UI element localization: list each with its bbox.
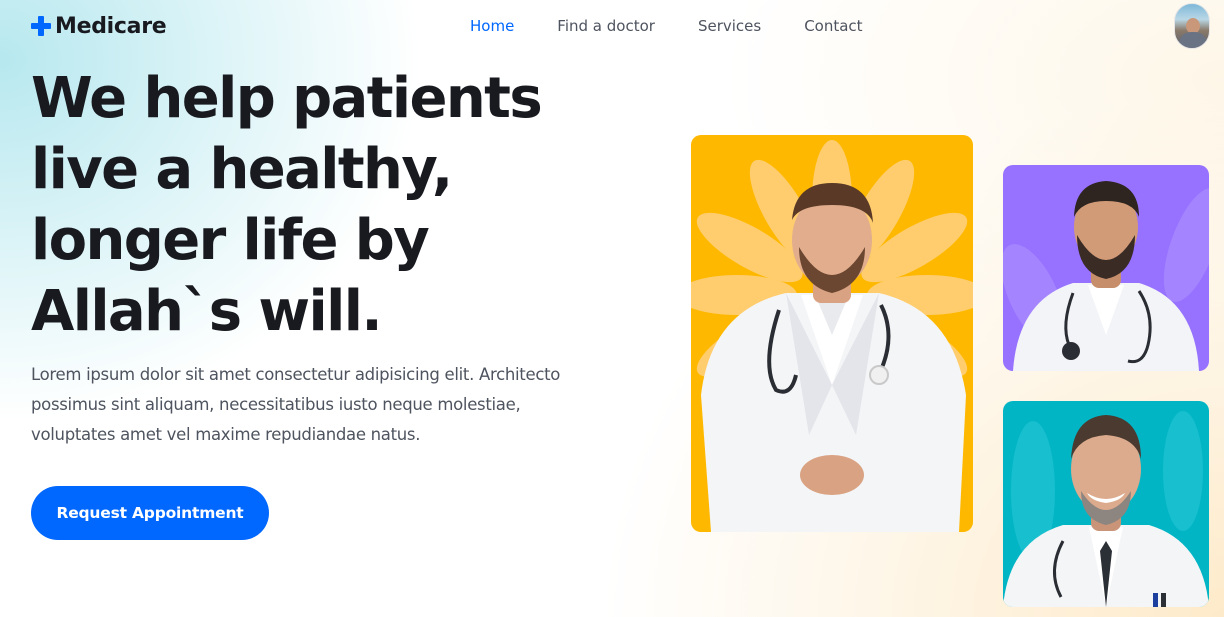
doctor-card-3	[1003, 401, 1209, 607]
nav-item-find-a-doctor[interactable]: Find a doctor	[557, 15, 655, 37]
hero-description-line: Lorem ipsum dolor sit amet consectetur a…	[31, 365, 561, 384]
hero-title-line: longer life by	[31, 208, 430, 273]
avatar-body	[1179, 32, 1207, 48]
nav-item-contact[interactable]: Contact	[804, 15, 862, 37]
brand-name: Medicare	[55, 13, 167, 39]
nav-item-services[interactable]: Services	[698, 15, 761, 37]
hero-title-line: live a healthy,	[31, 137, 453, 202]
doctor-photo-3	[1003, 401, 1209, 607]
doctor-photo-2	[1003, 165, 1209, 371]
hero-description-line: voluptates amet vel maxime repudiandae n…	[31, 425, 421, 444]
plus-icon	[31, 16, 51, 36]
doctor-photo-1	[691, 135, 973, 532]
request-appointment-button[interactable]: Request Appointment	[31, 486, 269, 540]
hero-title-line: We help patients	[31, 66, 543, 131]
brand-logo[interactable]: Medicare	[31, 12, 167, 40]
main-nav: Home Find a doctor Services Contact	[470, 15, 906, 37]
user-avatar[interactable]	[1174, 3, 1210, 49]
nav-item-home[interactable]: Home	[470, 15, 514, 37]
hero-title: We help patients live a healthy, longer …	[31, 63, 591, 347]
hero-description-line: possimus sint aliquam, necessitatibus iu…	[31, 395, 521, 414]
hero-description: Lorem ipsum dolor sit amet consectetur a…	[31, 360, 591, 450]
doctor-card-2	[1003, 165, 1209, 371]
hero-title-line: Allah`s will.	[31, 279, 383, 344]
doctor-card-1	[691, 135, 973, 532]
